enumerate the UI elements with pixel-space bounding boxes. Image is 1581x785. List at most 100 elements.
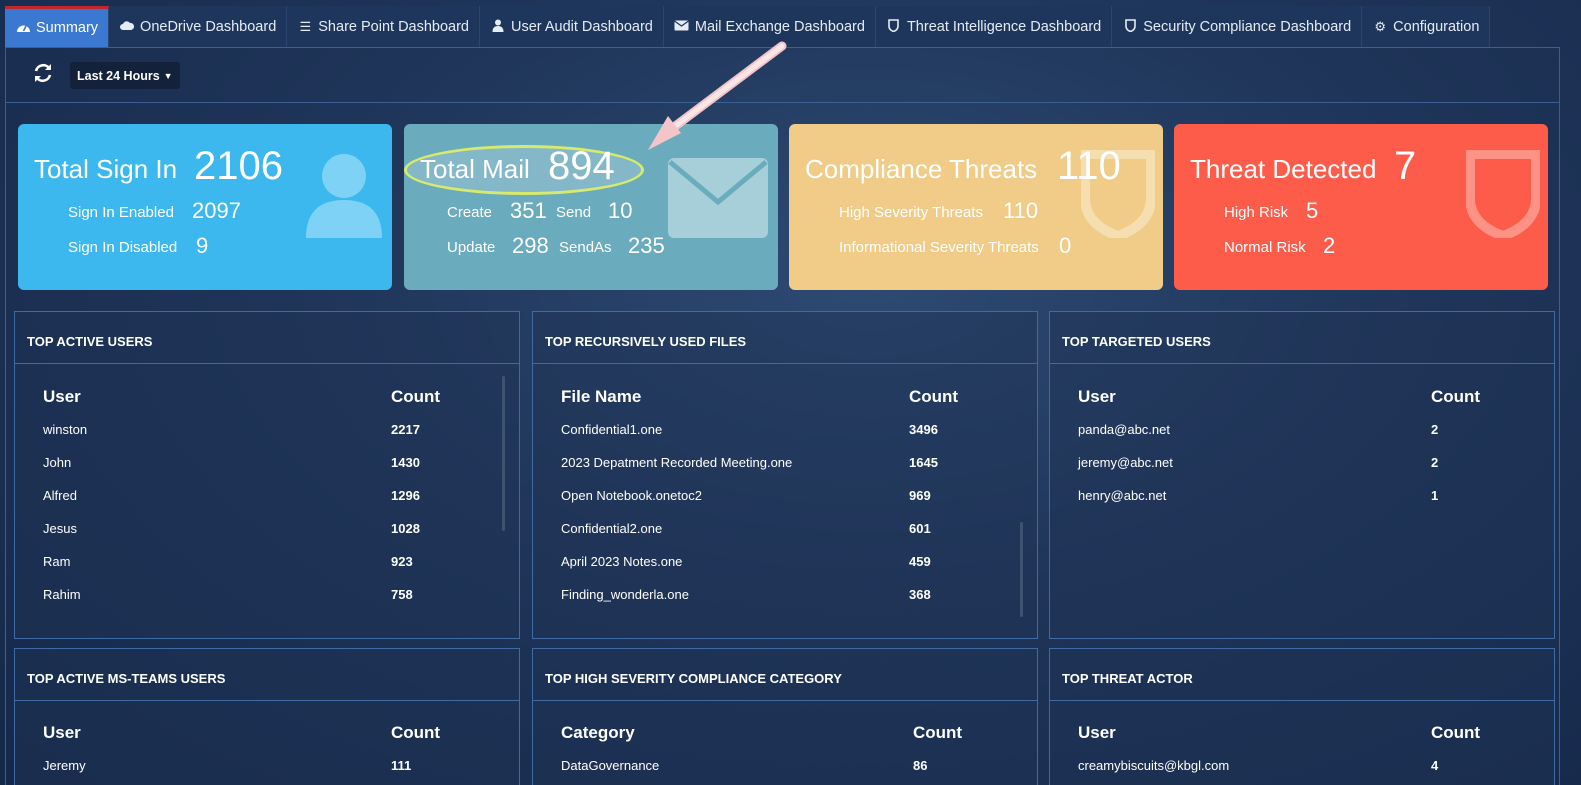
shield-icon xyxy=(886,18,902,35)
list-icon: ☰ xyxy=(299,18,312,34)
toolbar: Last 24 Hours ▼ xyxy=(6,48,1559,103)
table-cell-file: Finding_wonderla.one xyxy=(561,587,689,602)
card-total-sign-in: Total Sign In 2106 Sign In Enabled 2097 … xyxy=(18,124,392,290)
stat-label: Send xyxy=(556,204,592,221)
column-header-count: Count xyxy=(1431,387,1481,406)
column-header-category: Category xyxy=(561,723,635,742)
tab-security-compliance[interactable]: Security Compliance Dashboard xyxy=(1112,6,1363,47)
card-value: 2106 xyxy=(194,144,283,188)
stat-value: 2 xyxy=(1323,233,1336,258)
user-icon xyxy=(490,19,506,35)
card-title: Total Mail xyxy=(420,154,530,184)
card-threat-detected: Threat Detected 7 High Risk 5 Normal Ris… xyxy=(1174,124,1548,290)
top-nav: Summary OneDrive Dashboard ☰ Share Point… xyxy=(5,6,1491,47)
table-cell-user: John xyxy=(43,455,72,470)
table-cell-count: 459 xyxy=(909,554,931,569)
table-cell-user: henry@abc.net xyxy=(1078,488,1167,503)
stat-label: Sign In Enabled xyxy=(68,204,174,221)
table-cell-user: Rahim xyxy=(43,587,81,602)
table-cell-count: 1028 xyxy=(391,521,420,536)
table-cell-count: 2 xyxy=(1431,455,1439,470)
dashboard-icon xyxy=(15,21,31,36)
tab-label: Security Compliance Dashboard xyxy=(1143,18,1352,35)
stat-value: 298 xyxy=(512,233,549,258)
tab-label: Share Point Dashboard xyxy=(318,18,470,35)
table-cell-file: Confidential1.one xyxy=(561,422,663,437)
table-cell-count: 969 xyxy=(909,488,931,503)
card-title: Threat Detected xyxy=(1190,154,1377,184)
stat-label: Sign In Disabled xyxy=(68,239,178,256)
card-value: 110 xyxy=(1057,144,1121,188)
scrollbar[interactable] xyxy=(1020,522,1023,617)
card-title: Compliance Threats xyxy=(805,154,1038,184)
table-cell-count: 1296 xyxy=(391,488,420,503)
table-cell-count: 368 xyxy=(909,587,931,602)
stat-value: 10 xyxy=(608,198,633,223)
panel-title: TOP RECURSIVELY USED FILES xyxy=(533,312,1037,364)
tab-label: Threat Intelligence Dashboard xyxy=(906,18,1102,35)
stat-value: 235 xyxy=(628,233,665,258)
table-cell-user: jeremy@abc.net xyxy=(1078,455,1173,470)
caret-down-icon: ▼ xyxy=(163,70,173,81)
column-header-user: User xyxy=(1078,387,1116,406)
tab-label: Summary xyxy=(36,20,99,36)
table-cell-count: 923 xyxy=(391,554,413,569)
card-value: 894 xyxy=(548,144,615,188)
stat-value: 351 xyxy=(510,198,547,223)
table-cell-count: 2217 xyxy=(391,422,420,437)
tab-onedrive[interactable]: OneDrive Dashboard xyxy=(109,6,288,47)
tab-summary[interactable]: Summary xyxy=(5,6,110,47)
panel-top-recursively-used-files: TOP RECURSIVELY USED FILES File Name Cou… xyxy=(532,311,1038,639)
table-cell-count: 601 xyxy=(909,521,931,536)
stat-value: 9 xyxy=(196,233,209,258)
column-header-count: Count xyxy=(1431,723,1481,742)
tab-threat-intelligence[interactable]: Threat Intelligence Dashboard xyxy=(875,6,1113,47)
tab-mail-exchange[interactable]: Mail Exchange Dashboard xyxy=(663,6,876,47)
table-cell-count: 1430 xyxy=(391,455,420,470)
table-cell-file: April 2023 Notes.one xyxy=(561,554,683,569)
table-cell-file: Open Notebook.onetoc2 xyxy=(561,488,702,503)
stat-label: High Severity Threats xyxy=(839,204,983,221)
table-cell-count: 4 xyxy=(1431,758,1439,773)
time-range-select[interactable]: Last 24 Hours ▼ xyxy=(70,62,180,89)
stat-value: 5 xyxy=(1306,198,1319,223)
table-cell-count: 2 xyxy=(1431,422,1439,437)
table-cell-file: Confidential2.one xyxy=(561,521,663,536)
tab-configuration[interactable]: ⚙ Configuration xyxy=(1362,6,1491,47)
panel-top-high-severity-compliance-category: TOP HIGH SEVERITY COMPLIANCE CATEGORY Ca… xyxy=(532,648,1038,785)
card-total-mail: Total Mail 894 Create 351 Send 10 Update… xyxy=(404,124,778,290)
column-header-count: Count xyxy=(391,387,441,406)
panel-title: TOP ACTIVE USERS xyxy=(15,312,519,364)
tab-label: Mail Exchange Dashboard xyxy=(694,18,865,35)
table-cell-user: creamybiscuits@kbgl.com xyxy=(1078,758,1230,773)
stat-label: Informational Severity Threats xyxy=(839,239,1039,256)
table-cell-count: 1 xyxy=(1431,488,1439,503)
panel-top-threat-actor: TOP THREAT ACTOR User Count creamybiscui… xyxy=(1049,648,1555,785)
panel-title: TOP HIGH SEVERITY COMPLIANCE CATEGORY xyxy=(533,649,1037,701)
table-cell-user: Ram xyxy=(43,554,71,569)
envelope-icon xyxy=(668,158,768,238)
card-title: Total Sign In xyxy=(34,154,178,184)
stat-value: 2097 xyxy=(192,198,241,223)
table-cell-user: winston xyxy=(43,422,88,437)
table-cell-file: 2023 Depatment Recorded Meeting.one xyxy=(561,455,793,470)
column-header-count: Count xyxy=(391,723,441,742)
scrollbar[interactable] xyxy=(502,376,505,531)
stat-label: High Risk xyxy=(1224,204,1289,221)
tab-sharepoint[interactable]: ☰ Share Point Dashboard xyxy=(287,6,481,47)
cloud-icon xyxy=(119,19,135,34)
table-cell-count: 3496 xyxy=(909,422,938,437)
column-header-user: User xyxy=(43,723,81,742)
tab-user-audit[interactable]: User Audit Dashboard xyxy=(480,6,664,47)
card-value: 7 xyxy=(1394,144,1417,188)
stat-label: SendAs xyxy=(559,239,612,256)
column-header-user: User xyxy=(43,387,81,406)
envelope-icon xyxy=(674,19,690,34)
table-cell-user: Alfred xyxy=(43,488,77,503)
panel-title: TOP ACTIVE MS-TEAMS USERS xyxy=(15,649,519,701)
refresh-icon[interactable] xyxy=(32,62,54,90)
column-header-count: Count xyxy=(909,387,959,406)
panel-top-active-users: TOP ACTIVE USERS User Count winston 2217… xyxy=(14,311,520,639)
table-cell-user: Jeremy xyxy=(43,758,86,773)
table-cell-user: panda@abc.net xyxy=(1078,422,1170,437)
